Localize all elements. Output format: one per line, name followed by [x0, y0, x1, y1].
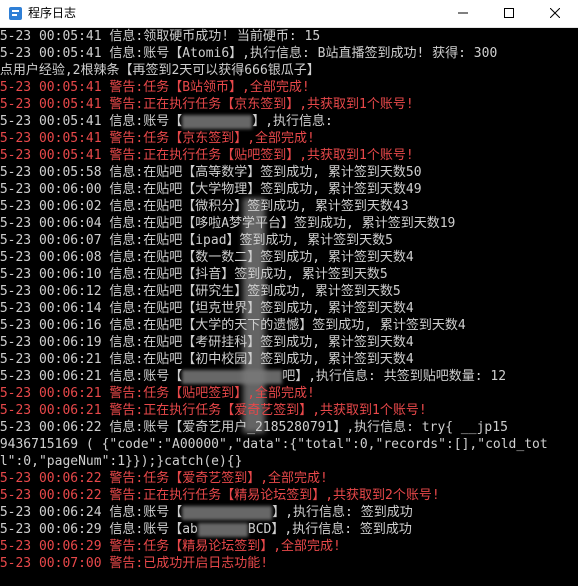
log-line: 05-23 00:06:10 信息:在贴吧【抖音】签到成功, 累计签到天数5	[0, 266, 388, 283]
log-line: 05-23 00:06:22 警告:任务【爱奇艺签到】,全部完成!	[0, 470, 328, 487]
log-line: 05-23 00:06:16 信息:在贴吧【大学的天下的遗憾】签到成功, 累计签…	[0, 317, 466, 334]
log-text: al":0,"pageNum":1}});}catch(e){}	[0, 454, 243, 469]
log-text: 05-23 00:06:22 信息:账号【爱奇艺用户_2185280791】,执…	[0, 420, 508, 435]
close-icon	[550, 8, 560, 18]
log-line: 05-23 00:06:29 警告:任务【精易论坛签到】,全部完成!	[0, 538, 341, 555]
maximize-icon	[504, 8, 514, 18]
redacted-value	[182, 505, 273, 520]
log-line: 05-23 00:05:41 警告:正在执行任务【贴吧签到】,共获取到1个账号!	[0, 147, 414, 164]
log-line: 05-23 00:06:21 信息:账号【 吧】,执行信息: 共签到贴吧数量: 1…	[0, 368, 506, 385]
log-text: 05-23 00:06:08 信息:在贴吧【数一数二】签到成功, 累计签到天数4	[0, 250, 414, 265]
log-line: 05-23 00:06:08 信息:在贴吧【数一数二】签到成功, 累计签到天数4	[0, 249, 414, 266]
log-text: 89436715169 ( {"code":"A00000","data":{"…	[0, 437, 548, 452]
log-text-tail: 吧】,执行信息: 共签到贴吧数量: 12	[282, 369, 507, 384]
log-text: 05-23 00:06:12 信息:在贴吧【研究生】签到成功, 累计签到天数5	[0, 284, 401, 299]
log-text: 05-23 00:06:24 信息:账号【	[0, 505, 183, 520]
log-text: 05-23 00:06:21 警告:正在执行任务【爱奇艺签到】,共获取到1个账号…	[0, 403, 427, 418]
log-text: 05-23 00:05:41 信息:账号【	[0, 114, 183, 129]
title-bar[interactable]: 程序日志	[0, 0, 578, 28]
close-button[interactable]	[532, 0, 578, 27]
log-text: 05-23 00:06:07 信息:在贴吧【ipad】签到成功, 累计签到天数5	[0, 233, 394, 248]
redacted-value	[182, 114, 253, 129]
log-text: 05-23 00:06:29 警告:任务【精易论坛签到】,全部完成!	[0, 539, 341, 554]
log-text: 0点用户经验,2根辣条【再签到2天可以获得666银瓜子】	[0, 63, 320, 78]
log-line: 05-23 00:06:29 信息:账号【ab BCD】,执行信息: 签到成功	[0, 521, 412, 538]
app-icon	[9, 7, 22, 20]
log-line: 05-23 00:06:22 信息:账号【爱奇艺用户_2185280791】,执…	[0, 419, 508, 436]
log-text: 05-23 00:06:19 信息:在贴吧【考研挂科】签到成功, 累计签到天数4	[0, 335, 414, 350]
log-line: 05-23 00:05:41 信息:账号【Atomi6】,执行信息: B站直播签…	[0, 45, 497, 62]
log-text: 05-23 00:06:21 信息:在贴吧【初中校园】签到成功, 累计签到天数4	[0, 352, 414, 367]
log-text-tail: 】,执行信息:	[252, 114, 333, 129]
log-line: 05-23 00:05:41 警告:正在执行任务【京东签到】,共获取到1个账号!	[0, 96, 414, 113]
log-line: 05-23 00:06:12 信息:在贴吧【研究生】签到成功, 累计签到天数5	[0, 283, 401, 300]
log-text: 05-23 00:05:58 信息:在贴吧【高等数学】签到成功, 累计签到天数5…	[0, 165, 422, 180]
log-line: 05-23 00:06:21 警告:任务【贴吧签到】,全部完成!	[0, 385, 315, 402]
log-line: 05-23 00:05:58 信息:在贴吧【高等数学】签到成功, 累计签到天数5…	[0, 164, 422, 181]
log-text: 05-23 00:06:29 信息:账号【ab	[0, 522, 198, 537]
redacted-value	[182, 369, 283, 384]
log-line: 05-23 00:06:22 警告:正在执行任务【精易论坛签到】,共获取到2个账…	[0, 487, 440, 504]
maximize-button[interactable]	[486, 0, 532, 27]
log-text: 05-23 00:07:00 警告:已成功开启日志功能!	[0, 556, 269, 571]
log-line: 89436715169 ( {"code":"A00000","data":{"…	[0, 436, 548, 453]
log-text: 05-23 00:05:41 警告:任务【B站领币】,全部完成!	[0, 80, 310, 95]
log-text: 05-23 00:05:41 警告:任务【京东签到】,全部完成!	[0, 131, 315, 146]
log-text-tail: BCD】,执行信息: 签到成功	[247, 522, 412, 537]
log-text: 05-23 00:06:21 信息:账号【	[0, 369, 183, 384]
log-text: 05-23 00:06:16 信息:在贴吧【大学的天下的遗憾】签到成功, 累计签…	[0, 318, 466, 333]
log-line: 05-23 00:06:14 信息:在贴吧【坦克世界】签到成功, 累计签到天数4	[0, 300, 414, 317]
log-line: 05-23 00:06:04 信息:在贴吧【哆啦A梦学平台】签到成功, 累计签到…	[0, 215, 455, 232]
log-text: 05-23 00:06:10 信息:在贴吧【抖音】签到成功, 累计签到天数5	[0, 267, 388, 282]
log-line: 05-23 00:06:19 信息:在贴吧【考研挂科】签到成功, 累计签到天数4	[0, 334, 414, 351]
log-text: 05-23 00:06:02 信息:在贴吧【微积分】签到成功, 累计签到天数43	[0, 199, 409, 214]
log-line: 05-23 00:06:24 信息:账号【 】,执行信息: 签到成功	[0, 504, 413, 521]
log-text: 05-23 00:06:14 信息:在贴吧【坦克世界】签到成功, 累计签到天数4	[0, 301, 414, 316]
log-line: 05-23 00:05:41 警告:任务【京东签到】,全部完成!	[0, 130, 315, 147]
log-line: 05-23 00:05:41 警告:任务【B站领币】,全部完成!	[0, 79, 310, 96]
log-line: 05-23 00:07:00 警告:已成功开启日志功能!	[0, 555, 268, 572]
log-line: 05-23 00:06:21 警告:正在执行任务【爱奇艺签到】,共获取到1个账号…	[0, 402, 427, 419]
log-text: 05-23 00:05:41 警告:正在执行任务【贴吧签到】,共获取到1个账号!	[0, 148, 414, 163]
log-text: 05-23 00:05:41 信息:领取硬币成功! 当前硬币: 15	[0, 29, 321, 44]
log-console[interactable]: 05-23 00:05:41 信息:领取硬币成功! 当前硬币: 15 05-23 …	[0, 28, 578, 586]
log-text: 05-23 00:06:22 警告:正在执行任务【精易论坛签到】,共获取到2个账…	[0, 488, 440, 503]
log-window: 程序日志 05-23 00:05:41 信息:领取硬币成功! 当前硬币: 15 0…	[0, 0, 578, 586]
log-line: al":0,"pageNum":1}});}catch(e){}	[0, 453, 242, 470]
log-line: 05-23 00:05:41 信息:领取硬币成功! 当前硬币: 15	[0, 28, 320, 45]
minimize-icon	[458, 12, 468, 14]
redacted-value	[197, 522, 248, 537]
log-text: 05-23 00:06:21 警告:任务【贴吧签到】,全部完成!	[0, 386, 315, 401]
log-line: 0点用户经验,2根辣条【再签到2天可以获得666银瓜子】	[0, 62, 320, 79]
log-line: 05-23 00:05:41 信息:账号【 】,执行信息:	[0, 113, 333, 130]
log-line: 05-23 00:06:07 信息:在贴吧【ipad】签到成功, 累计签到天数5	[0, 232, 393, 249]
log-line: 05-23 00:06:21 信息:在贴吧【初中校园】签到成功, 累计签到天数4	[0, 351, 414, 368]
log-text-tail: 】,执行信息: 签到成功	[272, 505, 413, 520]
log-text: 05-23 00:05:41 警告:正在执行任务【京东签到】,共获取到1个账号!	[0, 97, 414, 112]
log-text: 05-23 00:06:00 信息:在贴吧【大学物理】签到成功, 累计签到天数4…	[0, 182, 422, 197]
log-text: 05-23 00:05:41 信息:账号【Atomi6】,执行信息: B站直播签…	[0, 46, 498, 61]
minimize-button[interactable]	[440, 0, 486, 27]
window-title: 程序日志	[28, 6, 77, 20]
log-text: 05-23 00:06:04 信息:在贴吧【哆啦A梦学平台】签到成功, 累计签到…	[0, 216, 456, 231]
log-line: 05-23 00:06:02 信息:在贴吧【微积分】签到成功, 累计签到天数43	[0, 198, 409, 215]
log-line: 05-23 00:06:00 信息:在贴吧【大学物理】签到成功, 累计签到天数4…	[0, 181, 422, 198]
log-text: 05-23 00:06:22 警告:任务【爱奇艺签到】,全部完成!	[0, 471, 328, 486]
